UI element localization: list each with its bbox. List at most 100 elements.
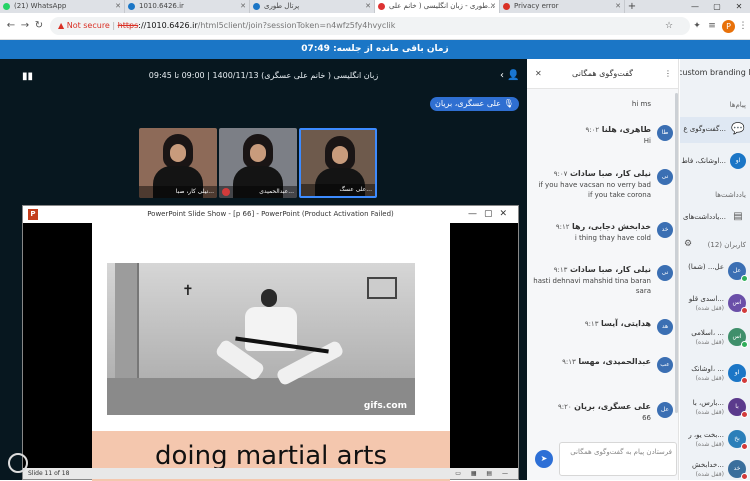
- url-input[interactable]: ▲ Not secure | https://1010.6426.ir/html…: [50, 17, 690, 35]
- user-status: (قفل شده): [695, 305, 724, 312]
- tab-privacy-error[interactable]: Privacy error ✕: [500, 0, 625, 13]
- public-chat-item[interactable]: 💬 گفت‌وگوی ع...: [680, 117, 750, 143]
- recording-icon: [378, 3, 385, 10]
- user-list-sidebar: custom branding logo پیام‌ها 💬 گفت‌وگوی …: [680, 59, 750, 480]
- security-status[interactable]: Not secure: [67, 21, 110, 30]
- user-list-item[interactable]: اس اسدی قلو... (قفل شده): [680, 291, 750, 319]
- chat-header: ✕ گفت‌وگوی همگانی ⋮: [527, 59, 678, 89]
- webcam-name: علی عسگ...: [301, 184, 375, 196]
- message-time: ۹:۰۷: [553, 170, 568, 178]
- tab-portal[interactable]: پرتال طوری ✕: [250, 0, 375, 13]
- fullscreen-button[interactable]: [8, 453, 28, 473]
- message-sender: ۹:۰۲ طاهری، هلنا: [583, 125, 652, 134]
- webcam-tile[interactable]: عبدالحمیدی...: [219, 128, 297, 198]
- user-list-item[interactable]: عل عل... (شما): [680, 259, 750, 287]
- user-avatar: هد: [657, 319, 673, 335]
- message-text: 66: [642, 414, 651, 422]
- tab-site[interactable]: 1010.6426.ir ✕: [125, 0, 250, 13]
- bookmark-star-icon[interactable]: ☆: [662, 19, 676, 33]
- user-list-item[interactable]: بخ بخت یو، ر... (قفل شده): [680, 427, 750, 455]
- view-controls[interactable]: ▭ ▦ ▤ —: [455, 468, 512, 479]
- powerpoint-titlebar[interactable]: P PowerPoint Slide Show - [p 66] - Power…: [23, 206, 518, 223]
- close-chat-icon[interactable]: ✕: [535, 59, 542, 89]
- chat-scrollbar[interactable]: [675, 93, 678, 413]
- participant-face: [250, 144, 266, 162]
- user-avatar: نی: [657, 265, 673, 281]
- close-window-icon[interactable]: ✕: [499, 209, 514, 219]
- user-list-item[interactable]: اس اسلامی، ... (قفل شده): [680, 325, 750, 353]
- sender-name: طاهری، هلنا: [601, 125, 651, 134]
- status-dot: [741, 275, 748, 282]
- back-icon[interactable]: ←: [4, 19, 18, 33]
- message-sender: ۹:۱۳ نیلی کار، صبا سادات: [551, 265, 651, 274]
- maximize-icon[interactable]: ▢: [706, 0, 728, 13]
- close-tab-icon[interactable]: ✕: [240, 0, 246, 13]
- user-name: بخت یو، ر...: [688, 431, 724, 439]
- meeting-title: زبان انگلیسی ( خانم علی عسگری) 1400/11/1…: [148, 71, 379, 80]
- user-list-item[interactable]: با بارس، با... (قفل شده): [680, 395, 750, 423]
- message-sender: ۹:۱۳ عبدالحمیدی، مهسا: [559, 357, 651, 366]
- reload-icon[interactable]: ↻: [32, 19, 46, 33]
- webcam-name: نیلی کار، صبا...: [139, 186, 217, 198]
- chat-message-input[interactable]: فرستادن پیام به گفت‌وگوی همگانی: [559, 442, 677, 476]
- presenter-badge: علی عسگری، بریان 🎙: [430, 97, 519, 111]
- not-secure-icon[interactable]: ▲: [58, 21, 64, 30]
- message-text: i thing thay have cold: [574, 234, 651, 242]
- maximize-icon[interactable]: ▢: [484, 209, 500, 219]
- figure-head: [261, 289, 277, 307]
- browser-menu-icon[interactable]: ⋮: [736, 19, 750, 33]
- public-chat-label: گفت‌وگوی ع...: [683, 125, 726, 133]
- private-chat-item[interactable]: او اوشانک، فاط...: [680, 149, 750, 175]
- user-name: اوشانک، ...: [691, 365, 724, 373]
- url-path: /html5client/join?sessionToken=n4wfz5fy4…: [197, 21, 396, 30]
- close-tab-icon[interactable]: ✕: [615, 0, 621, 13]
- user-list-item[interactable]: او اوشانک، ... (قفل شده): [680, 361, 750, 389]
- extension-icon[interactable]: ✦: [690, 19, 704, 33]
- user-list-item[interactable]: خد خدابخش... (قفل شده): [680, 457, 750, 480]
- wall-frame: [367, 277, 397, 299]
- minimize-icon[interactable]: —: [468, 209, 484, 219]
- participant-face: [332, 146, 348, 164]
- reading-list-icon[interactable]: ≡: [705, 19, 719, 33]
- tab-whatsapp[interactable]: (21) WhatsApp ✕: [0, 0, 125, 13]
- shared-notes-item[interactable]: ▤ یادداشت‌های...: [680, 205, 750, 231]
- send-button[interactable]: ➤: [535, 450, 553, 468]
- close-tab-icon[interactable]: ✕: [115, 0, 121, 13]
- sender-name: نیلی کار، صبا سادات: [569, 265, 651, 274]
- chat-options-icon[interactable]: ⋮: [664, 59, 672, 89]
- muted-icon: [741, 473, 748, 480]
- tab-meeting[interactable]: طوری - زبان انگلیسی ( خانم علی... ✕: [375, 0, 500, 13]
- message-sender: ۹:۱۳ هدایتی، آیسا: [582, 319, 651, 328]
- message-text: hi ms: [631, 100, 651, 108]
- message-time: ۹:۱۳: [553, 266, 568, 274]
- message-sender: ۹:۰۷ نیلی کار، صبا سادات: [551, 169, 651, 178]
- forward-icon[interactable]: →: [18, 19, 32, 33]
- window-controls: — ▢ ✕: [684, 0, 750, 13]
- user-avatar: او: [730, 153, 746, 169]
- webcam-tile[interactable]: نیلی کار، صبا...: [139, 128, 217, 198]
- user-name: عل... (شما): [688, 263, 724, 271]
- user-status: (قفل شده): [695, 471, 724, 478]
- messages-heading: پیام‌ها: [729, 101, 746, 109]
- user-name: خدابخش...: [691, 461, 724, 469]
- muted-icon: [741, 411, 748, 418]
- whatsapp-icon: [3, 3, 10, 10]
- close-tab-icon[interactable]: ✕: [365, 0, 371, 13]
- powerpoint-statusbar: Slide 11 of 18 ▭ ▦ ▤ —: [23, 468, 518, 479]
- site-icon: [128, 3, 135, 10]
- gear-icon[interactable]: ⚙: [684, 239, 692, 249]
- url-scheme: https: [117, 21, 139, 30]
- webcam-tile[interactable]: علی عسگ...: [299, 128, 377, 198]
- close-window-icon[interactable]: ✕: [728, 0, 750, 13]
- martial-arts-image: ✝ gifs.com: [107, 263, 415, 415]
- new-tab-button[interactable]: +: [625, 0, 639, 13]
- cross-icon: ✝: [182, 283, 194, 299]
- message-time: ۹:۲۰: [557, 403, 572, 411]
- minimize-icon[interactable]: —: [684, 0, 706, 13]
- ppt-window-controls: —▢✕: [468, 206, 514, 223]
- profile-avatar[interactable]: P: [722, 20, 735, 33]
- sender-name: علی عسگری، بریان: [574, 402, 651, 411]
- muted-icon: [741, 377, 748, 384]
- webcam-name: عبدالحمیدی...: [219, 186, 297, 198]
- close-tab-icon[interactable]: ✕: [490, 0, 496, 13]
